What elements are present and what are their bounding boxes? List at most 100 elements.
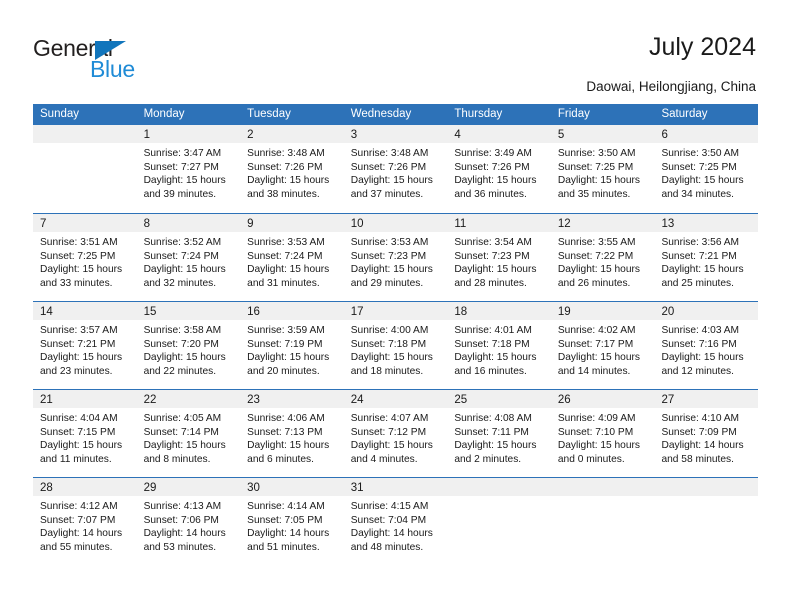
day-number-band: 17	[343, 302, 448, 320]
calendar-day-cell[interactable]: 9 Sunrise: 3:53 AM Sunset: 7:24 PM Daylight…	[240, 214, 344, 301]
weekday-header-sunday: Sunday	[40, 108, 80, 120]
day-number-band: 25	[447, 390, 551, 408]
sunset-text: Sunset: 7:13 PM	[247, 426, 323, 438]
calendar-day-cell[interactable]: 25 Sunrise: 4:08 AM Sunset: 7:11 PM Dayligh…	[447, 390, 551, 477]
calendar-day-cell[interactable]: 5 Sunrise: 3:50 AM Sunset: 7:25 PM Daylight…	[550, 125, 655, 213]
calendar-day-cell[interactable]: 16 Sunrise: 3:59 AM Sunset: 7:19 PM Dayligh…	[240, 302, 344, 389]
calendar-day-cell[interactable]: 6 Sunrise: 3:50 AM Sunset: 7:25 PM Daylight…	[654, 125, 759, 213]
sunset-text: Sunset: 7:25 PM	[661, 161, 737, 173]
day-number-band: 12	[550, 214, 655, 232]
calendar-day-cell[interactable]: 1 Sunrise: 3:47 AM Sunset: 7:27 PM Daylight…	[136, 125, 241, 213]
calendar-day-cell[interactable]: 21 Sunrise: 4:04 AM Sunset: 7:15 PM Dayligh…	[33, 390, 137, 477]
sunset-text: Sunset: 7:16 PM	[661, 338, 737, 350]
sunset-text: Sunset: 7:26 PM	[247, 161, 323, 173]
weekday-header-thursday: Thursday	[454, 108, 503, 120]
daylight-text-line1: Daylight: 15 hours	[557, 264, 641, 276]
daylight-text-line1: Daylight: 15 hours	[557, 175, 641, 187]
weekday-header-friday: Friday	[557, 108, 590, 120]
general-blue-logo: General Blue	[33, 36, 233, 84]
daylight-text-line1: Daylight: 15 hours	[143, 352, 226, 364]
calendar-day-cell[interactable]: 19 Sunrise: 4:02 AM Sunset: 7:17 PM Dayligh…	[550, 302, 655, 389]
day-number: 14	[40, 306, 53, 318]
day-number-band	[654, 478, 759, 496]
day-number-band: 22	[136, 390, 241, 408]
daylight-text-line2: and 34 minutes.	[661, 188, 734, 200]
calendar-day-cell[interactable]: 3 Sunrise: 3:48 AM Sunset: 7:26 PM Daylight…	[343, 125, 448, 213]
calendar-day-cell[interactable]: 14 Sunrise: 3:57 AM Sunset: 7:21 PM Dayligh…	[33, 302, 137, 389]
calendar-day-cell[interactable]: 26 Sunrise: 4:09 AM Sunset: 7:10 PM Dayligh…	[550, 390, 655, 477]
day-number: 8	[143, 218, 150, 230]
day-sun-info: Sunrise: 4:02 AM Sunset: 7:17 PM Daylight:…	[551, 320, 655, 378]
day-number-band: 23	[240, 390, 344, 408]
sunrise-text: Sunrise: 3:52 AM	[143, 237, 222, 248]
daylight-text-line2: and 0 minutes.	[557, 453, 625, 465]
day-number-band: 18	[447, 302, 551, 320]
daylight-text-line1: Daylight: 15 hours	[247, 264, 330, 276]
daylight-text-line2: and 35 minutes.	[557, 188, 631, 200]
sunset-text: Sunset: 7:14 PM	[143, 426, 219, 438]
sunrise-text: Sunrise: 4:09 AM	[557, 413, 636, 424]
day-number-band: 30	[240, 478, 344, 496]
sunrise-text: Sunrise: 3:48 AM	[350, 148, 429, 159]
calendar-day-cell[interactable]: 27 Sunrise: 4:10 AM Sunset: 7:09 PM Dayligh…	[654, 390, 759, 477]
sunset-text: Sunset: 7:09 PM	[661, 426, 737, 438]
day-number: 15	[143, 306, 157, 318]
sunrise-text: Sunrise: 4:13 AM	[143, 501, 222, 512]
day-number: 19	[557, 306, 571, 318]
calendar-day-cell[interactable]: 10 Sunrise: 3:53 AM Sunset: 7:23 PM Dayligh…	[343, 214, 448, 301]
daylight-text-line2: and 26 minutes.	[557, 277, 631, 289]
sunset-text: Sunset: 7:26 PM	[454, 161, 530, 173]
calendar-day-cell[interactable]: 29 Sunrise: 4:13 AM Sunset: 7:06 PM Dayligh…	[136, 478, 241, 565]
day-sun-info: Sunrise: 4:05 AM Sunset: 7:14 PM Daylight:…	[137, 408, 241, 466]
day-sun-info: Sunrise: 4:10 AM Sunset: 7:09 PM Daylight:…	[654, 408, 758, 466]
sunrise-text: Sunrise: 3:53 AM	[247, 237, 325, 248]
calendar-empty-cell	[33, 125, 137, 213]
sunset-text: Sunset: 7:26 PM	[350, 161, 427, 173]
day-number: 17	[350, 306, 364, 318]
calendar-day-cell[interactable]: 8 Sunrise: 3:52 AM Sunset: 7:24 PM Daylight…	[136, 214, 241, 301]
sunset-text: Sunset: 7:10 PM	[557, 426, 634, 438]
calendar-day-cell[interactable]: 18 Sunrise: 4:01 AM Sunset: 7:18 PM Dayligh…	[447, 302, 551, 389]
day-number: 4	[454, 129, 461, 141]
day-sun-info: Sunrise: 4:13 AM Sunset: 7:06 PM Daylight:…	[137, 496, 241, 554]
daylight-text-line1: Daylight: 15 hours	[454, 175, 537, 187]
sunset-text: Sunset: 7:22 PM	[557, 250, 634, 262]
weekday-header-wednesday: Wednesday	[350, 108, 412, 120]
day-number: 24	[350, 394, 364, 406]
calendar-day-cell[interactable]: 30 Sunrise: 4:14 AM Sunset: 7:05 PM Dayligh…	[240, 478, 344, 565]
calendar-day-cell[interactable]: 7 Sunrise: 3:51 AM Sunset: 7:25 PM Daylight…	[33, 214, 137, 301]
calendar-day-cell[interactable]: 28 Sunrise: 4:12 AM Sunset: 7:07 PM Dayligh…	[33, 478, 137, 565]
daylight-text-line2: and 22 minutes.	[143, 365, 217, 377]
day-sun-info: Sunrise: 4:03 AM Sunset: 7:16 PM Daylight:…	[654, 320, 758, 378]
sunset-text: Sunset: 7:12 PM	[350, 426, 427, 438]
calendar-day-cell[interactable]: 20 Sunrise: 4:03 AM Sunset: 7:16 PM Dayligh…	[654, 302, 759, 389]
day-number: 7	[40, 218, 47, 230]
sunrise-text: Sunrise: 3:50 AM	[557, 148, 636, 159]
calendar-day-cell[interactable]: 2 Sunrise: 3:48 AM Sunset: 7:26 PM Daylight…	[240, 125, 344, 213]
day-sun-info: Sunrise: 3:52 AM Sunset: 7:24 PM Daylight:…	[137, 232, 241, 290]
calendar-day-cell[interactable]: 31 Sunrise: 4:15 AM Sunset: 7:04 PM Dayligh…	[343, 478, 448, 565]
calendar-day-cell[interactable]: 15 Sunrise: 3:58 AM Sunset: 7:20 PM Dayligh…	[136, 302, 241, 389]
calendar-day-cell[interactable]: 24 Sunrise: 4:07 AM Sunset: 7:12 PM Dayligh…	[343, 390, 448, 477]
day-number: 2	[247, 129, 254, 141]
day-number-band: 5	[550, 125, 655, 143]
sunrise-text: Sunrise: 4:04 AM	[40, 413, 118, 424]
calendar-day-cell[interactable]: 13 Sunrise: 3:56 AM Sunset: 7:21 PM Dayligh…	[654, 214, 759, 301]
calendar-day-cell[interactable]: 11 Sunrise: 3:54 AM Sunset: 7:23 PM Dayligh…	[447, 214, 551, 301]
day-sun-info: Sunrise: 3:54 AM Sunset: 7:23 PM Daylight:…	[447, 232, 551, 290]
day-sun-info: Sunrise: 4:00 AM Sunset: 7:18 PM Daylight:…	[344, 320, 448, 378]
daylight-text-line1: Daylight: 14 hours	[143, 528, 226, 540]
day-sun-info: Sunrise: 3:57 AM Sunset: 7:21 PM Daylight:…	[33, 320, 137, 378]
calendar-day-cell[interactable]: 12 Sunrise: 3:55 AM Sunset: 7:22 PM Dayligh…	[550, 214, 655, 301]
day-number: 1	[143, 129, 150, 141]
calendar-day-cell[interactable]: 4 Sunrise: 3:49 AM Sunset: 7:26 PM Daylight…	[447, 125, 551, 213]
daylight-text-line2: and 37 minutes.	[350, 188, 424, 200]
calendar-day-cell[interactable]: 22 Sunrise: 4:05 AM Sunset: 7:14 PM Dayligh…	[136, 390, 241, 477]
sunset-text: Sunset: 7:25 PM	[557, 161, 634, 173]
day-number-band: 4	[447, 125, 551, 143]
calendar-day-cell[interactable]: 23 Sunrise: 4:06 AM Sunset: 7:13 PM Dayligh…	[240, 390, 344, 477]
day-number-band: 26	[550, 390, 655, 408]
sunset-text: Sunset: 7:21 PM	[661, 250, 737, 262]
calendar-day-cell[interactable]: 17 Sunrise: 4:00 AM Sunset: 7:18 PM Dayligh…	[343, 302, 448, 389]
day-number: 3	[350, 129, 358, 141]
